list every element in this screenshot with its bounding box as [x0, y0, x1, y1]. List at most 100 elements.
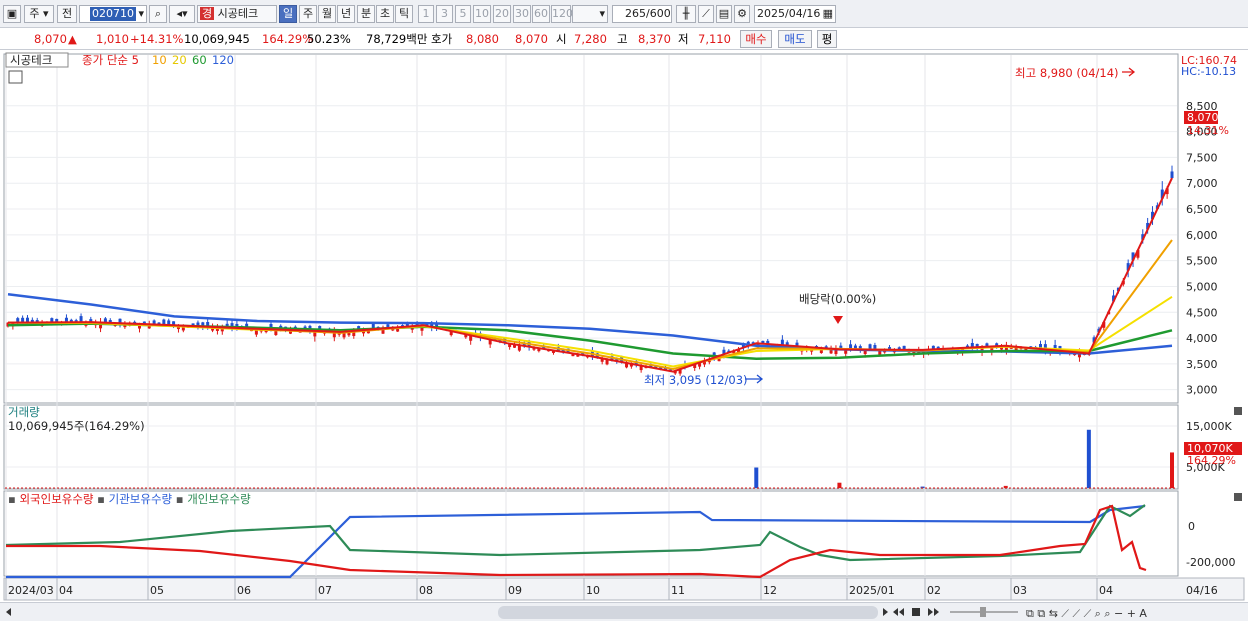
interval-custom-select[interactable]: ▾ — [572, 5, 608, 23]
interval-tab-3[interactable]: 10 — [473, 5, 491, 23]
holdings-tick-0: 0 — [1188, 520, 1195, 533]
high-annotation: 최고 8,980 (04/14) — [1015, 66, 1119, 80]
price-y-tick: 4,000 — [1186, 332, 1218, 345]
ma-legend-20: 20 — [172, 53, 187, 67]
x-axis-label: 02 — [927, 584, 941, 597]
scroll-left-icon[interactable] — [6, 608, 11, 616]
volume-last-percent: 164.29% — [1187, 454, 1236, 467]
date-value[interactable]: 2025/04/16 — [757, 7, 820, 20]
interval-tab-7[interactable]: 120 — [551, 5, 573, 23]
volume-panel[interactable] — [3, 404, 1179, 490]
buy-button[interactable]: 매수 — [740, 30, 772, 48]
interval-tab-4[interactable]: 20 — [493, 5, 511, 23]
timeframe-tab-0[interactable]: 일 — [279, 5, 297, 23]
x-axis-label: 10 — [586, 584, 600, 597]
last-price: 8,070 — [1187, 111, 1219, 124]
scroll-right-icon[interactable] — [883, 608, 888, 616]
toolbar-icons[interactable]: ⧉ ⧉ ⇆ ⟋ ⟋ ⟋ ⌕ ⌕ − + A — [1026, 607, 1147, 620]
period-label: 주 — [29, 7, 40, 20]
open-label: 시 — [556, 32, 567, 46]
timeframe-tab-1[interactable]: 주 — [299, 5, 317, 23]
date-field[interactable]: 2025/04/16 ▦ — [754, 5, 836, 23]
x-axis-label: 11 — [671, 584, 685, 597]
legend-foreign: 외국인보유수량 — [19, 492, 93, 506]
timeframe-tab-3[interactable]: 년 — [337, 5, 355, 23]
prev-button[interactable]: 전 — [57, 5, 77, 23]
volume-percent: 164.29% — [262, 32, 314, 46]
interval-tab-5[interactable]: 30 — [513, 5, 531, 23]
x-axis-bar — [3, 577, 1245, 601]
timeframe-tab-4[interactable]: 분 — [357, 5, 375, 23]
toolbar: ▣ 주 ▾ 전 020710 ▾ ⌕ ◂▾ 경 시공테크 일주월년분초틱 135… — [0, 0, 1248, 28]
warning-badge: 경 — [200, 7, 215, 20]
gear-icon[interactable]: ⚙ — [734, 5, 750, 23]
volume-bar — [1170, 452, 1174, 488]
current-price: 8,070 — [34, 32, 67, 46]
price-y-tick: 5,500 — [1186, 255, 1218, 268]
price-y-tick: 5,000 — [1186, 280, 1218, 293]
volume-bar — [837, 482, 842, 488]
volume-panel-close-icon[interactable] — [1234, 407, 1242, 415]
price-y-tick: 3,500 — [1186, 358, 1218, 371]
speaker-icon[interactable]: ◂▾ — [169, 5, 195, 23]
ma-legend-60: 60 — [192, 53, 207, 67]
x-axis-label: 2025/01 — [849, 584, 895, 597]
low-price: 7,110 — [698, 32, 731, 46]
legend-individual: 개인보유수량 — [187, 492, 251, 506]
holdings-panel-close-icon[interactable] — [1234, 493, 1242, 501]
candle-icon[interactable]: ╫ — [676, 5, 696, 23]
zoom-slider-handle[interactable] — [980, 607, 986, 617]
calculator-icon[interactable] — [8, 70, 23, 84]
volume-bar — [754, 467, 759, 488]
x-axis-label: 04 — [59, 584, 73, 597]
count-field[interactable]: 265/600 — [612, 5, 672, 23]
count-value[interactable]: 265 — [625, 7, 646, 20]
search-icon[interactable]: ⌕ — [149, 5, 167, 23]
fast-forward-icon[interactable] — [928, 608, 939, 616]
stop-icon[interactable] — [912, 608, 920, 616]
ask-price-1: 8,080 — [466, 32, 499, 46]
x-axis-label: 09 — [508, 584, 522, 597]
chevron-down-icon[interactable]: ▾ — [138, 6, 144, 22]
volume-y-tick: 15,000K — [1186, 420, 1232, 433]
stock-name: 시공테크 — [217, 7, 259, 20]
volume-value: 10,069,945 — [184, 32, 250, 46]
interval-tab-0[interactable]: 1 — [418, 5, 434, 23]
interval-tab-1[interactable]: 3 — [436, 5, 453, 23]
rewind-icon[interactable] — [893, 608, 904, 616]
scroll-thumb[interactable] — [498, 606, 878, 619]
timeframe-tab-5[interactable]: 초 — [376, 5, 394, 23]
legend-institution: 기관보유수량 — [109, 492, 173, 506]
quote-bar: 8,070 ▲ 1,010 +14.31% 10,069,945 164.29%… — [0, 28, 1248, 50]
last-percent: 14.31% — [1187, 124, 1229, 137]
flat-button[interactable]: 평 — [817, 30, 837, 48]
x-axis-label: 2024/03 — [8, 584, 54, 597]
code-field[interactable]: 020710 ▾ — [79, 5, 147, 23]
interval-tab-2[interactable]: 5 — [455, 5, 471, 23]
x-axis-label: 03 — [1013, 584, 1027, 597]
volume-title: 거래량 — [8, 405, 40, 419]
high-label: 고 — [617, 32, 628, 46]
chart-area[interactable]: 2024/03 04 05 06 07 08 09 10 11 12 2025/01 02 03 04 8… — [0, 50, 1248, 602]
stock-name-field[interactable]: 경 시공테크 — [197, 5, 277, 23]
draw-icon[interactable]: ⟋ — [698, 5, 714, 23]
stock-chart[interactable]: 2024/03 04 05 06 07 08 09 10 11 12 2025/01 02 03 04 8… — [0, 50, 1248, 602]
ma-legend-10: 10 — [152, 53, 167, 67]
high-price: 8,370 — [638, 32, 671, 46]
calendar-icon[interactable]: ▦ — [823, 6, 833, 22]
save-icon[interactable]: ▤ — [716, 5, 732, 23]
period-select[interactable]: 주 ▾ — [24, 5, 54, 23]
volume-bar — [1086, 429, 1091, 488]
sell-button[interactable]: 매도 — [778, 30, 812, 48]
code-input[interactable]: 020710 — [90, 7, 136, 21]
timeframe-tab-6[interactable]: 틱 — [395, 5, 413, 23]
x-axis-label: 12 — [763, 584, 777, 597]
timeframe-tab-2[interactable]: 월 — [318, 5, 336, 23]
scroll-bar[interactable]: ⧉ ⧉ ⇆ ⟋ ⟋ ⟋ ⌕ ⌕ − + A — [0, 602, 1248, 621]
window-icon[interactable]: ▣ — [3, 5, 21, 23]
x-axis-right-label: 04/16 — [1186, 584, 1218, 597]
price-y-tick: 4,500 — [1186, 306, 1218, 319]
interval-tab-6[interactable]: 60 — [532, 5, 550, 23]
x-axis-label: 08 — [419, 584, 433, 597]
ma-legend-5: 종가 단순 5 — [82, 53, 139, 67]
